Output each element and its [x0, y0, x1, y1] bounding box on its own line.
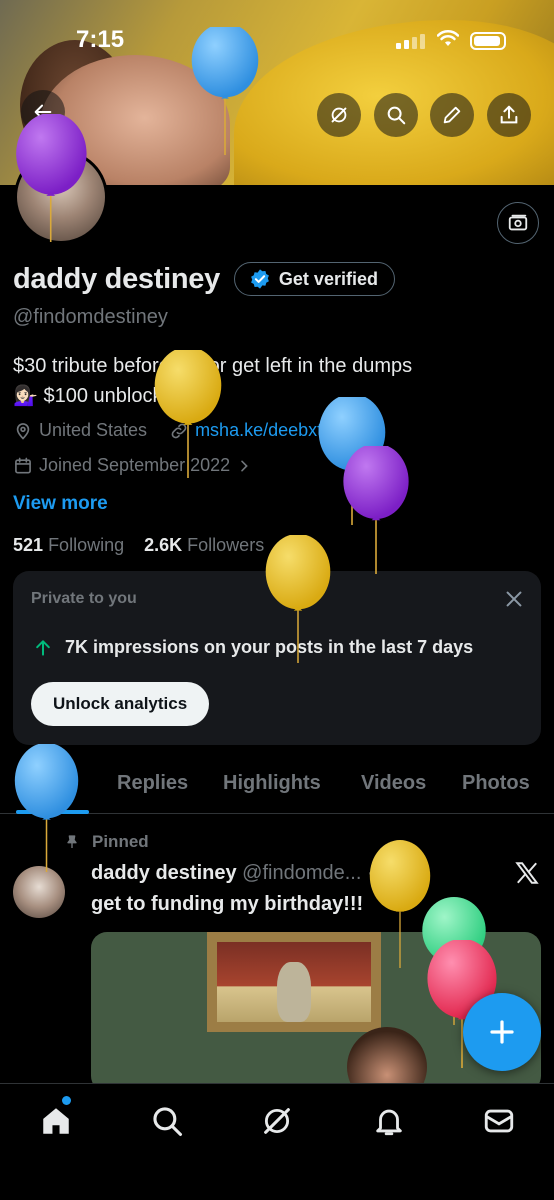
active-tab-indicator [16, 810, 89, 814]
impressions-text: 7K impressions on your posts in the last… [65, 637, 474, 657]
edit-pencil-icon [443, 106, 461, 124]
tab-posts[interactable]: Posts [22, 772, 76, 795]
tab-photos[interactable]: Photos [462, 772, 530, 795]
following-count: 521 [13, 535, 44, 555]
post-author-handle[interactable]: @findomde... [242, 862, 361, 884]
pinned-indicator: Pinned [64, 832, 149, 852]
followers-count: 2.6K [144, 535, 183, 555]
bio-line-1: $30 tribute before dm or get left in the… [13, 355, 413, 377]
follow-counts: 521 Following 2.6K Followers [13, 535, 264, 556]
profile-meta-location: United States msha.ke/deebxtch [13, 420, 341, 441]
post-author-name[interactable]: daddy destiney [91, 862, 237, 884]
location-pin-icon [16, 422, 30, 440]
search-icon [387, 106, 406, 125]
tab-replies[interactable]: Replies [117, 772, 188, 795]
profile-link[interactable]: msha.ke/deebxtch [195, 420, 341, 441]
bottom-navigation [0, 1083, 554, 1200]
profile-tabs: Posts Replies Highlights Videos Photos [0, 760, 554, 814]
image-vase [277, 962, 311, 1022]
status-bar: 7:15 [0, 26, 554, 60]
compose-post-button[interactable] [463, 993, 541, 1071]
followers-label: Followers [187, 535, 265, 555]
chevron-right-icon [241, 460, 248, 471]
subscriptions-button[interactable] [497, 202, 539, 244]
search-icon[interactable] [150, 1104, 184, 1138]
view-more-link[interactable]: View more [13, 493, 108, 515]
arrow-up-icon [36, 639, 50, 656]
post-header: daddy destiney @findomde... · 18h [91, 862, 413, 885]
post-text: get to funding my birthday!!! [91, 893, 364, 915]
profile-bio: $30 tribute before dm or get left in the… [13, 351, 533, 411]
status-time: 7:15 [76, 26, 125, 53]
notifications-bell-icon[interactable] [372, 1104, 406, 1138]
following-label: Following [48, 535, 125, 555]
analytics-card: Private to you 7K impressions on your po… [13, 571, 541, 745]
battery-icon [470, 32, 506, 50]
cellular-signal-icon [396, 34, 425, 49]
tab-videos[interactable]: Videos [361, 772, 426, 795]
x-logo-icon [515, 862, 539, 884]
edit-button[interactable] [430, 93, 474, 137]
pin-icon [67, 835, 77, 848]
messages-envelope-icon[interactable] [482, 1104, 516, 1138]
grok-icon [331, 107, 347, 123]
share-icon [500, 105, 518, 124]
wifi-icon [437, 30, 459, 46]
balloon-decoration [343, 446, 409, 574]
profile-meta-joined[interactable]: Joined September 2022 [13, 455, 252, 476]
joined-text: Joined September 2022 [39, 455, 231, 475]
pinned-label: Pinned [92, 832, 149, 851]
share-button[interactable] [487, 93, 531, 137]
close-icon[interactable] [503, 588, 525, 610]
grok-button[interactable] [317, 93, 361, 137]
unlock-analytics-button[interactable]: Unlock analytics [31, 682, 210, 726]
home-unread-dot [62, 1096, 71, 1105]
verified-badge-icon [251, 269, 269, 289]
search-button[interactable] [374, 93, 418, 137]
bio-line-2: 💁🏻‍♀️ $100 unblock fee! [13, 385, 202, 407]
analytics-card-title: Private to you [31, 590, 137, 607]
back-arrow-icon [34, 104, 52, 120]
followers-stat[interactable]: 2.6K Followers [144, 535, 264, 555]
post-author-avatar[interactable] [13, 866, 65, 918]
get-verified-button[interactable]: Get verified [233, 262, 395, 296]
home-icon[interactable] [39, 1104, 73, 1138]
get-verified-label: Get verified [278, 268, 378, 289]
balloon-decoration [318, 397, 386, 525]
display-name: daddy destiney [13, 262, 220, 295]
grok-icon[interactable] [260, 1104, 294, 1138]
calendar-icon [15, 457, 31, 473]
following-stat[interactable]: 521 Following [13, 535, 124, 555]
profile-handle: @findomdestiney [13, 306, 168, 328]
tab-highlights[interactable]: Highlights [223, 772, 321, 795]
back-button[interactable] [21, 90, 65, 134]
money-icon [508, 214, 528, 231]
profile-avatar[interactable] [14, 150, 108, 244]
name-row: daddy destiney Get verified [13, 262, 395, 296]
impressions-row: 7K impressions on your posts in the last… [33, 637, 473, 658]
post-time: · 18h [366, 862, 413, 884]
link-icon [171, 423, 187, 438]
location-text: United States [39, 420, 148, 440]
plus-icon [490, 1020, 514, 1044]
